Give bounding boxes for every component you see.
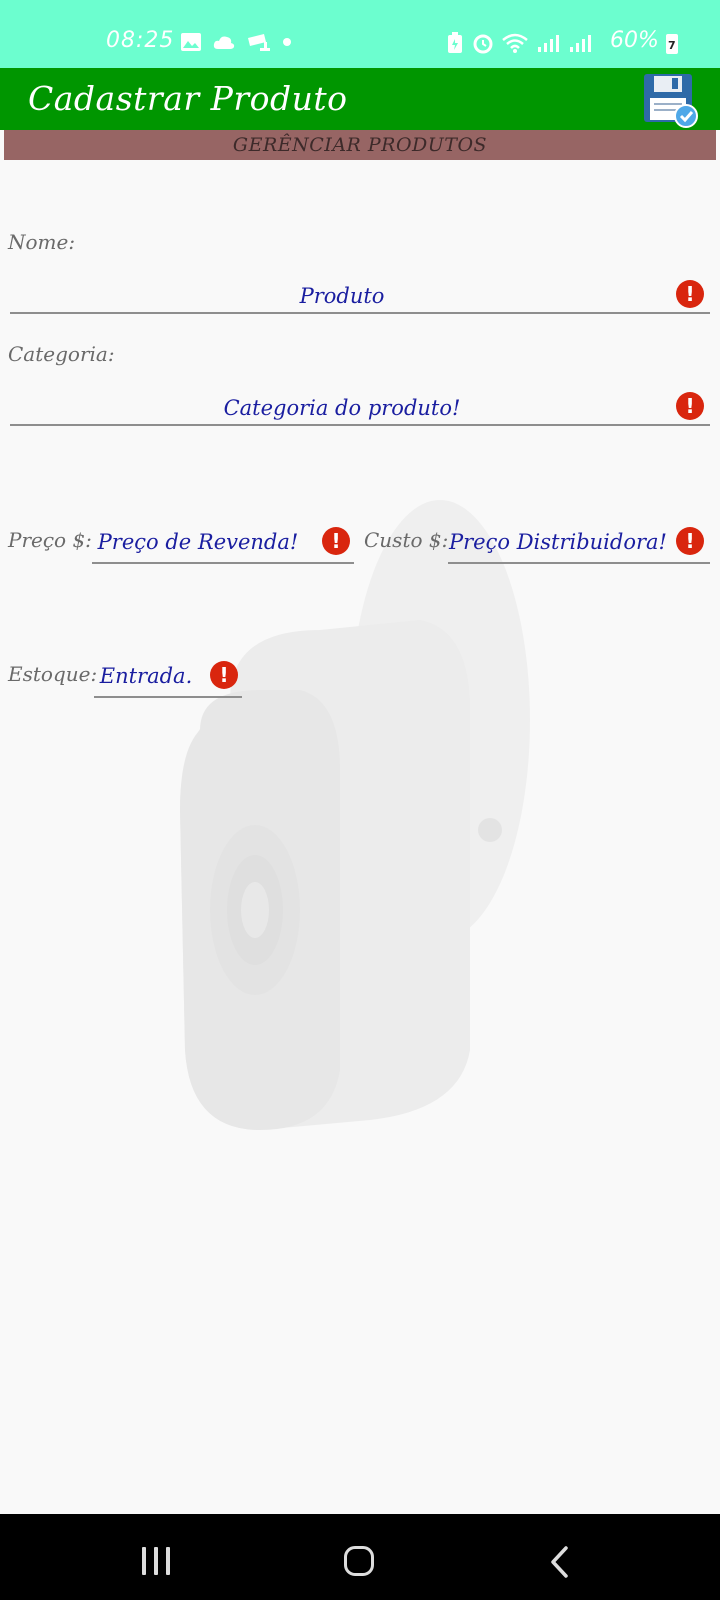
estoque-value: Entrada. — [99, 664, 193, 688]
recents-icon[interactable] — [142, 1547, 170, 1575]
battery-badge: 7 — [668, 39, 676, 52]
dot-icon — [283, 38, 291, 46]
preco-label: Preço $: — [8, 528, 92, 552]
nome-value: Produto — [299, 284, 385, 308]
back-icon[interactable] — [550, 1546, 570, 1578]
battery-icon: 7 — [666, 34, 678, 54]
battery-percent: 60% — [610, 28, 659, 53]
custo-field[interactable]: Preço Distribuidora! — [448, 524, 710, 564]
save-icon — [644, 74, 698, 128]
page-title: Cadastrar Produto — [28, 79, 348, 118]
wifi-icon — [502, 33, 528, 53]
preco-error-icon[interactable]: ! — [322, 527, 350, 555]
status-time: 08:25 — [106, 28, 175, 53]
nome-field[interactable]: Produto — [10, 278, 710, 314]
categoria-value: Categoria do produto! — [223, 396, 461, 420]
custo-label: Custo $: — [364, 528, 449, 552]
home-icon[interactable] — [344, 1546, 374, 1576]
nome-error-icon[interactable]: ! — [676, 280, 704, 308]
estoque-error-icon[interactable]: ! — [210, 661, 238, 689]
battery-saver-icon — [448, 32, 462, 53]
categoria-field[interactable]: Categoria do produto! — [10, 390, 710, 426]
categoria-error-icon[interactable]: ! — [676, 392, 704, 420]
signal-icon — [538, 35, 559, 52]
categoria-label: Categoria: — [8, 342, 115, 366]
save-button[interactable] — [640, 72, 700, 128]
status-bar: 08:25 60% 7 — [0, 0, 720, 68]
nome-label: Nome: — [8, 230, 76, 254]
signal-icon — [570, 35, 591, 52]
camera-background-image — [180, 500, 530, 1130]
alarm-icon — [473, 34, 493, 54]
custo-value: Preço Distribuidora! — [449, 530, 667, 554]
camera-icon — [248, 34, 270, 51]
section-header: GERÊNCIAR PRODUTOS — [4, 130, 716, 160]
image-icon — [181, 33, 201, 51]
cloud-icon — [213, 36, 235, 49]
custo-error-icon[interactable]: ! — [676, 527, 704, 555]
preco-field[interactable]: Preço de Revenda! — [92, 524, 354, 564]
estoque-label: Estoque: — [8, 662, 98, 686]
app-bar: Cadastrar Produto — [0, 68, 720, 130]
preco-value: Preço de Revenda! — [97, 530, 299, 554]
